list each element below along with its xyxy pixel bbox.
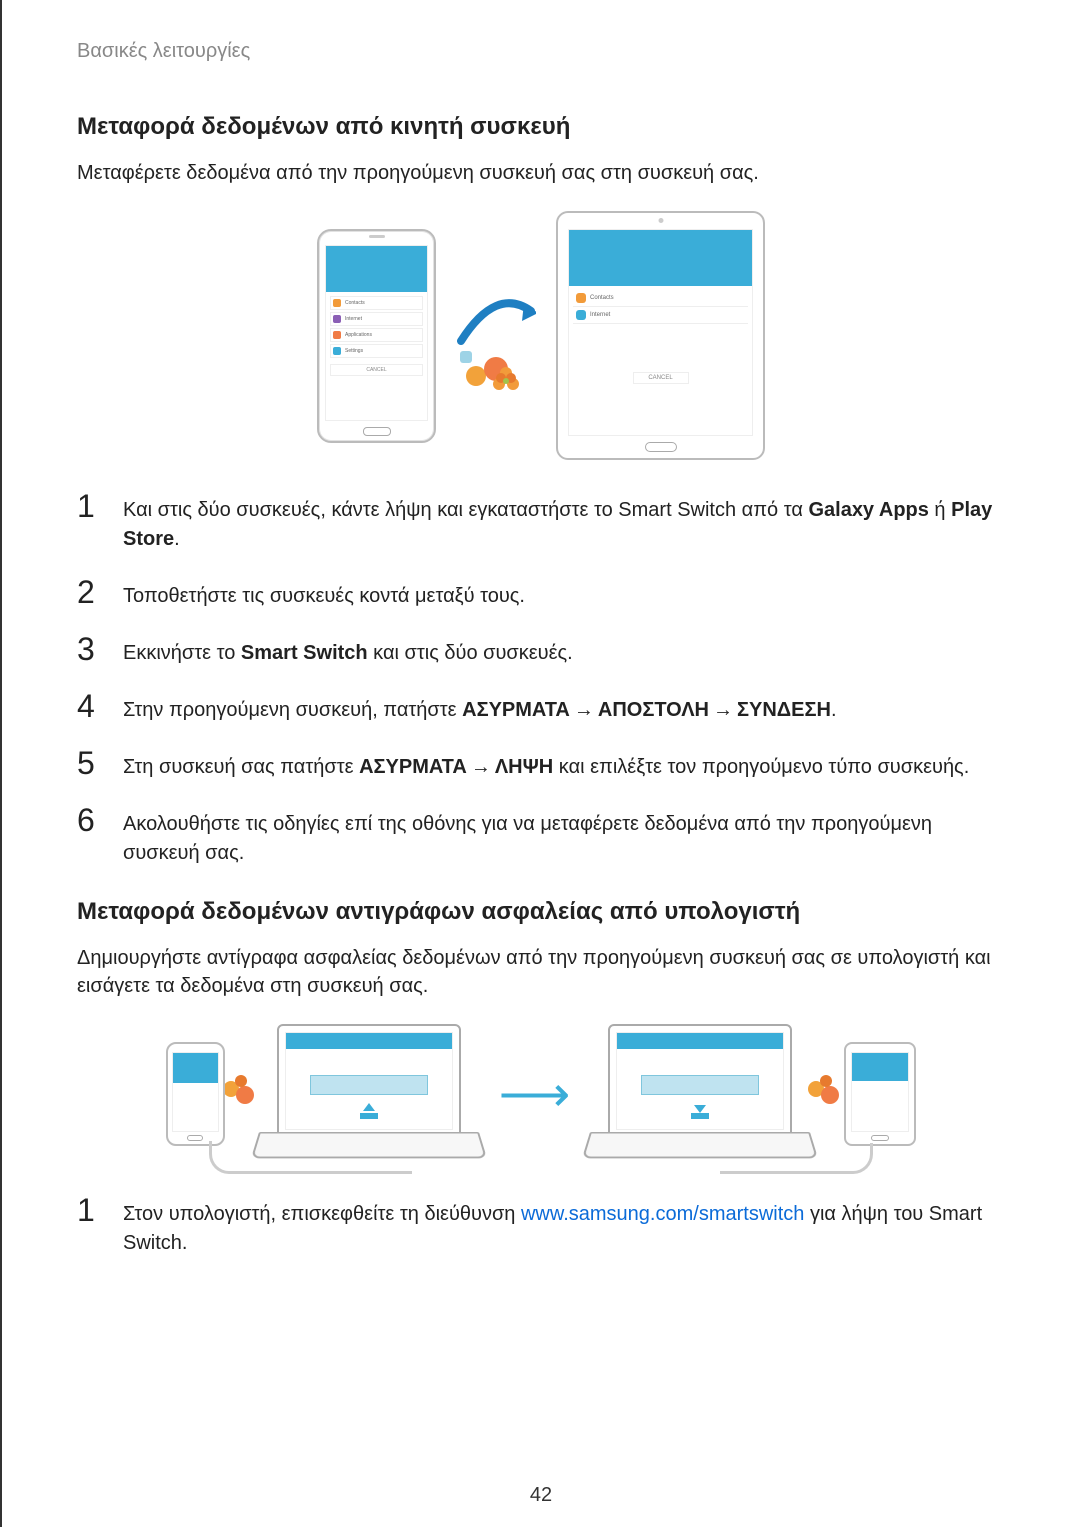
mock-contacts-label-2: Contacts — [590, 295, 614, 301]
small-tablet-illustration — [844, 1042, 916, 1146]
decor-shapes-icon — [804, 1069, 844, 1119]
step-6: 6 Ακολουθήστε τις οδηγίες επί της οθόνης… — [77, 804, 1005, 868]
section-intro-mobile-transfer: Μεταφέρετε δεδομένα από την προηγούμενη … — [77, 159, 1005, 187]
step-4: 4 Στην προηγούμενη συσκευή, πατήστε ΑΣΥΡ… — [77, 690, 1005, 725]
step-3: 3 Εκκινήστε το Smart Switch και στις δύο… — [77, 633, 1005, 668]
mock-cancel-label: CANCEL — [330, 364, 423, 376]
section-title-mobile-transfer: Μεταφορά δεδομένων από κινητή συσκευή — [77, 113, 1005, 141]
step-number: 3 — [77, 633, 105, 665]
arrow-icon: → — [709, 699, 737, 721]
step-2: 2 Τοποθετήστε τις συσκευές κοντά μεταξύ … — [77, 576, 1005, 611]
upload-icon — [357, 1099, 381, 1123]
cable-illustration — [209, 1141, 412, 1174]
mock-settings-label: Settings — [345, 348, 363, 354]
step-5: 5 Στη συσκευή σας πατήστε ΑΣΥΡΜΑΤΑ→ΛΗΨΗ … — [77, 747, 1005, 782]
mock-cancel-label-2: CANCEL — [633, 372, 689, 384]
small-phone-illustration — [166, 1042, 225, 1146]
arrow-icon: → — [467, 756, 495, 778]
step-number: 1 — [77, 490, 105, 522]
download-icon — [688, 1099, 712, 1123]
pc-step-1: 1 Στον υπολογιστή, επισκεφθείτε τη διεύθ… — [77, 1194, 1005, 1258]
step-number: 1 — [77, 1194, 105, 1226]
figure-laptop-transfer: ⟶ — [77, 1024, 1005, 1164]
step-number: 4 — [77, 690, 105, 722]
figure-phone-to-tablet: Contacts Internet Applications Settings … — [77, 211, 1005, 460]
breadcrumb: Βασικές λειτουργίες — [77, 40, 1005, 63]
phone-device-illustration: Contacts Internet Applications Settings … — [317, 229, 436, 443]
smartswitch-link[interactable]: www.samsung.com/smartswitch — [521, 1203, 804, 1225]
transfer-arrow-icon — [456, 291, 536, 411]
step-1: 1 Και στις δύο συσκευές, κάντε λήψη και … — [77, 490, 1005, 554]
laptop-tablet-group — [590, 1024, 916, 1164]
step-number: 6 — [77, 804, 105, 836]
section-intro-pc-backup: Δημιουργήστε αντίγραφα ασφαλείας δεδομέν… — [77, 944, 1005, 1000]
arrow-right-icon: ⟶ — [499, 1065, 571, 1123]
phone-laptop-group — [166, 1024, 479, 1164]
steps-list-mobile: 1 Και στις δύο συσκευές, κάντε λήψη και … — [77, 490, 1005, 868]
step-number: 5 — [77, 747, 105, 779]
mock-internet-label-2: Internet — [590, 312, 610, 318]
arrow-icon: → — [570, 699, 598, 721]
tablet-device-illustration: Contacts Internet CANCEL — [556, 211, 765, 460]
page: Βασικές λειτουργίες Μεταφορά δεδομένων α… — [0, 0, 1080, 1527]
steps-list-pc: 1 Στον υπολογιστή, επισκεφθείτε τη διεύθ… — [77, 1194, 1005, 1258]
page-tab-mark — [0, 0, 2, 12]
mock-contacts-label: Contacts — [345, 300, 365, 306]
page-number: 42 — [2, 1484, 1080, 1507]
mock-apps-label: Applications — [345, 332, 372, 338]
section-title-pc-backup: Μεταφορά δεδομένων αντιγράφων ασφαλείας … — [77, 898, 1005, 926]
cable-illustration — [720, 1143, 873, 1174]
laptop-illustration-1 — [259, 1024, 479, 1164]
decor-shapes-icon — [219, 1069, 259, 1119]
step-number: 2 — [77, 576, 105, 608]
mock-internet-label: Internet — [345, 316, 362, 322]
